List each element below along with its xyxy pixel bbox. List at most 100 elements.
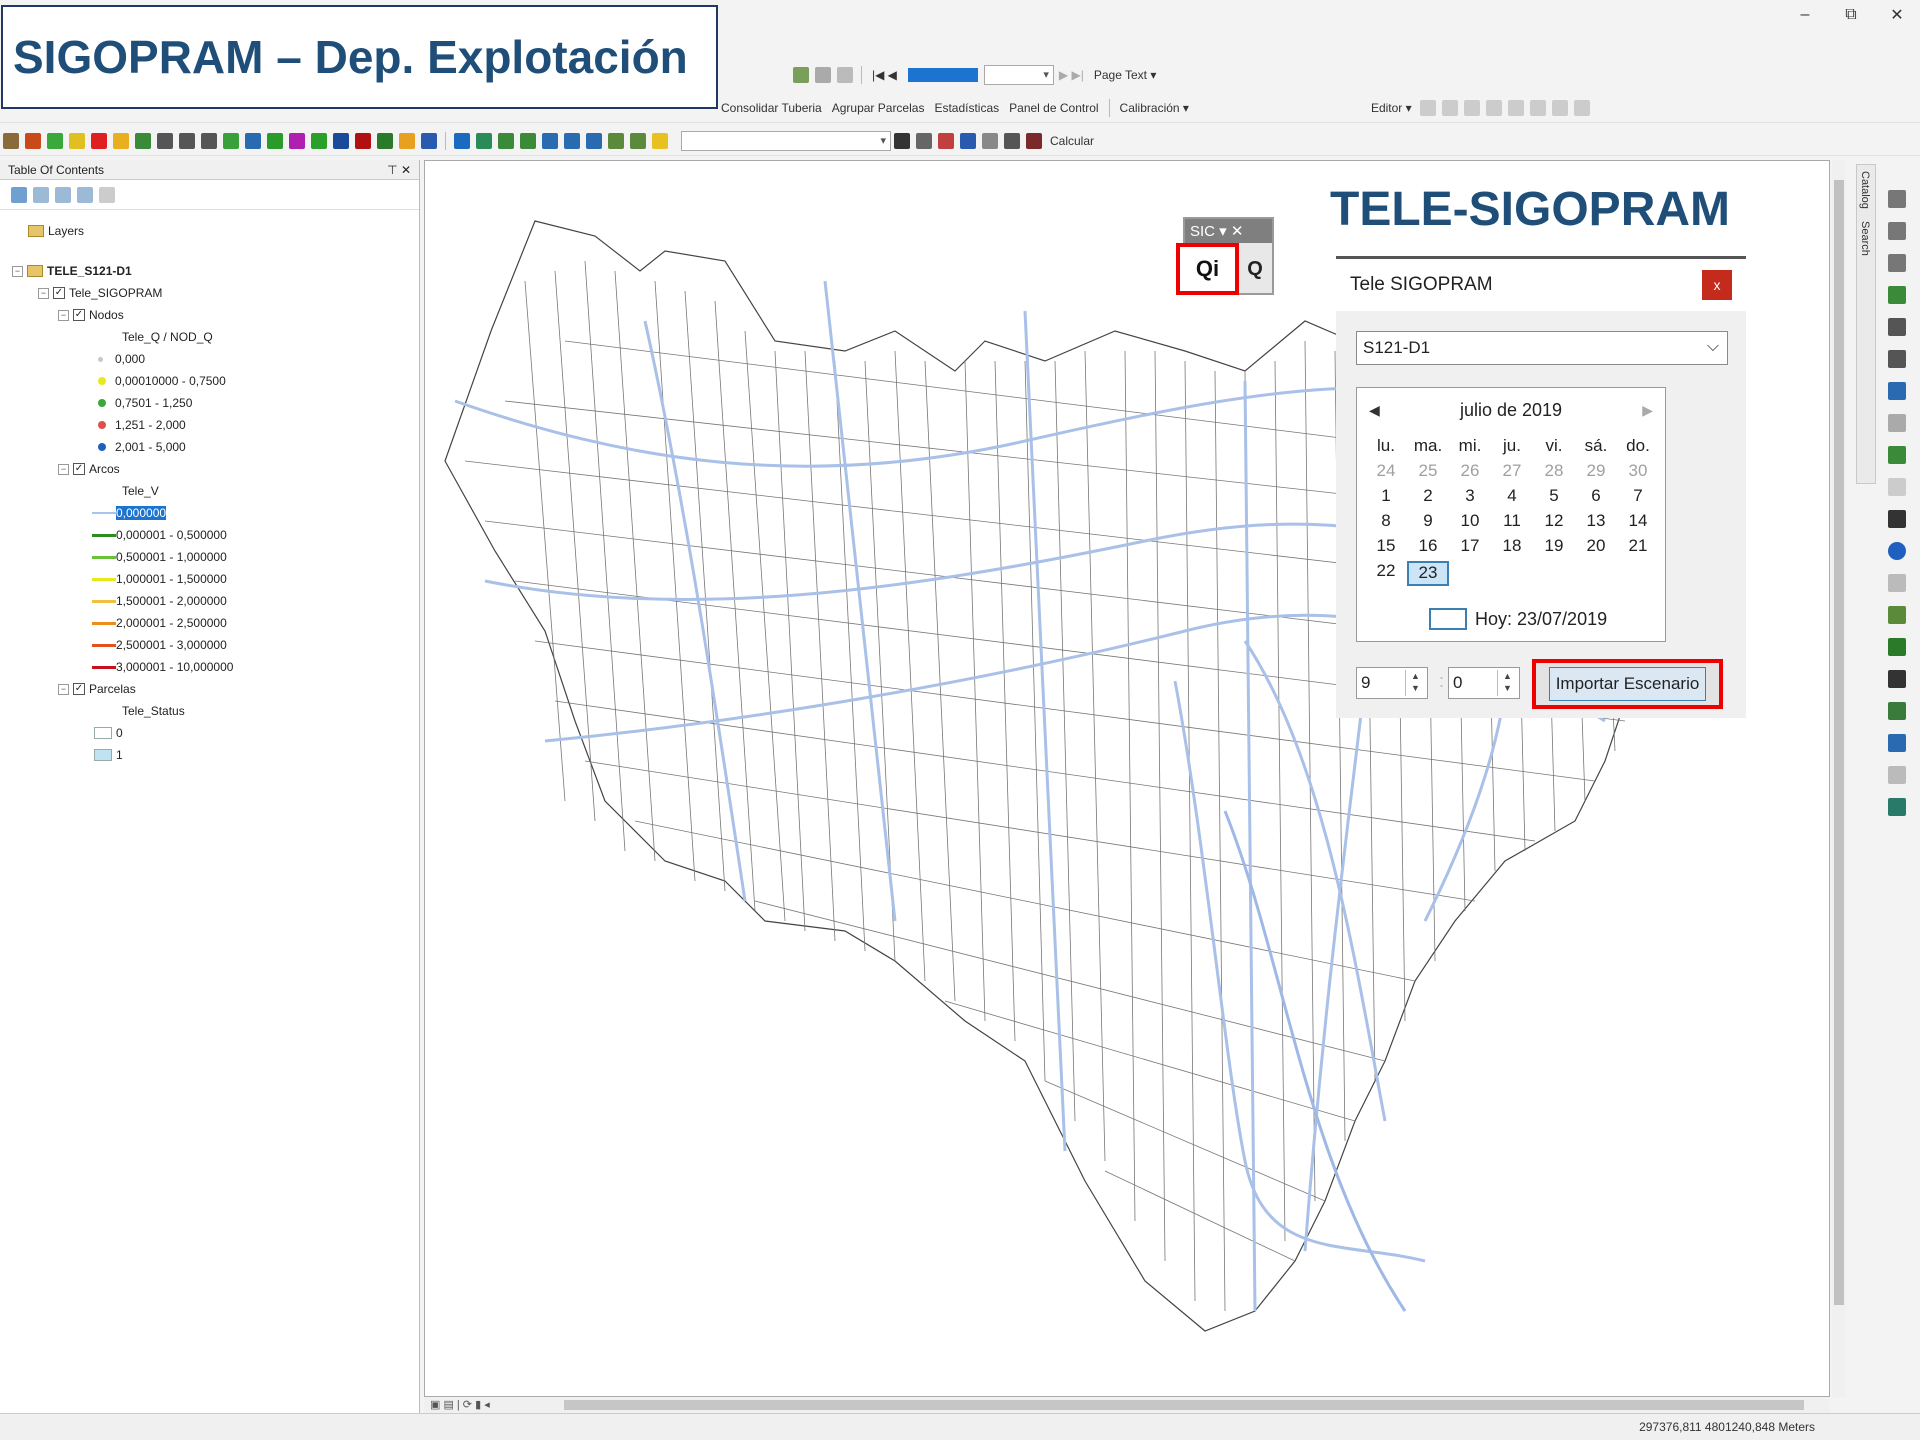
q-flow-icon[interactable]: Q [1240, 251, 1270, 287]
collapse-icon[interactable]: − [12, 265, 23, 277]
report-icon[interactable] [454, 132, 470, 149]
select-features-icon[interactable] [1888, 446, 1906, 464]
calc-icon[interactable] [399, 132, 415, 149]
calendar-day[interactable]: 17 [1449, 536, 1491, 561]
list-by-visibility-icon[interactable] [55, 186, 71, 203]
calendar-day[interactable]: 5 [1533, 486, 1575, 511]
table5-icon[interactable] [311, 132, 327, 149]
graph-icon[interactable] [476, 132, 492, 149]
next-page-icon[interactable]: ▶ ▶| [1054, 68, 1089, 82]
select-elements-icon[interactable] [1888, 510, 1906, 528]
scroll-thumb[interactable] [1834, 180, 1844, 1305]
view-icon[interactable] [630, 132, 646, 149]
legend-item[interactable]: 0,000000 [92, 506, 167, 520]
list-by-selection-icon[interactable] [77, 186, 93, 203]
calendar-day[interactable]: 12 [1533, 511, 1575, 536]
sketch-icon[interactable] [1441, 99, 1458, 116]
import-scenario-button[interactable]: Importar Escenario [1532, 659, 1723, 709]
column3-icon[interactable] [201, 132, 217, 149]
back-icon[interactable] [1888, 382, 1906, 400]
layout-icon[interactable] [793, 67, 809, 83]
vertical-scrollbar[interactable] [1832, 160, 1846, 1397]
editor-menu[interactable]: Editor ▾ [1366, 101, 1417, 115]
calendar-day[interactable]: 9 [1407, 511, 1449, 536]
delete-icon[interactable] [91, 132, 107, 149]
calendar[interactable]: ◀ julio de 2019 ▶ lu. ma. mi. ju. vi. sá. do. 2… [1356, 387, 1666, 642]
flow-icon[interactable] [542, 132, 558, 149]
calendar-day[interactable]: 15 [1365, 536, 1407, 561]
valve-icon[interactable] [135, 132, 151, 149]
visibility-checkbox[interactable]: ✓ [53, 287, 65, 299]
layer-parcelas[interactable]: − ✓ Parcelas [58, 682, 136, 696]
node-icon[interactable] [25, 132, 41, 149]
toolbar-item[interactable]: Agrupar Parcelas [827, 101, 930, 115]
route-icon[interactable] [1888, 702, 1906, 720]
rotate-icon[interactable] [1529, 99, 1546, 116]
column2-icon[interactable] [179, 132, 195, 149]
page-combo[interactable] [983, 65, 1054, 85]
pipe-icon[interactable] [113, 132, 129, 149]
table-icon[interactable] [223, 132, 239, 149]
minute-spinner[interactable]: 0 ▲ ▼ [1448, 667, 1520, 699]
split-icon[interactable] [1507, 99, 1524, 116]
export-icon[interactable] [586, 132, 602, 149]
calendar-day[interactable]: 14 [1617, 511, 1659, 536]
first-page-icon[interactable]: |◀ ◀ [867, 68, 902, 82]
table4-icon[interactable] [289, 132, 305, 149]
dialog-close-button[interactable]: x [1702, 270, 1732, 300]
layer-nodos[interactable]: − ✓ Nodos [58, 308, 124, 322]
print-icon[interactable] [1004, 132, 1020, 149]
horizontal-scrollbar[interactable]: ▣ ▤ | ⟳ ▮ ◂ [424, 1397, 1830, 1413]
pump-icon[interactable] [498, 132, 514, 149]
calendar-day[interactable]: 16 [1407, 536, 1449, 561]
fixed-zoom-in-icon[interactable] [1888, 318, 1906, 336]
next-month-icon[interactable]: ▶ [1642, 402, 1653, 419]
toolbar-item[interactable]: Calibración ▾ [1115, 101, 1194, 115]
collapse-icon[interactable]: − [58, 463, 69, 475]
viewer-icon[interactable] [1888, 798, 1906, 816]
full-extent-icon[interactable] [1888, 286, 1906, 304]
calendar-day[interactable]: 19 [1533, 536, 1575, 561]
options-icon[interactable] [99, 186, 115, 203]
calendar-day[interactable]: 10 [1449, 511, 1491, 536]
calendar-day[interactable]: 11 [1491, 511, 1533, 536]
collapse-icon[interactable]: − [58, 683, 69, 695]
calendar-day[interactable]: 26 [1449, 461, 1491, 486]
calendar-day[interactable]: 21 [1617, 536, 1659, 561]
sig-toolbar-title[interactable]: SIC ▾ ✕ [1190, 222, 1243, 240]
pan-icon[interactable] [1888, 254, 1906, 272]
sublayer-tele-sigopram[interactable]: − ✓ Tele_SIGOPRAM [38, 286, 162, 300]
calendar-day[interactable]: 28 [1533, 461, 1575, 486]
clear-selection-icon[interactable] [1888, 478, 1906, 496]
straight-segment-icon[interactable] [1463, 99, 1480, 116]
calendar-day[interactable]: 3 [1449, 486, 1491, 511]
comment-icon[interactable] [421, 132, 437, 149]
page-icon[interactable] [837, 67, 853, 83]
network-icon[interactable] [3, 132, 19, 149]
route-icon[interactable] [938, 132, 954, 149]
table7-icon[interactable] [355, 132, 371, 149]
zoom-in-icon[interactable] [1888, 190, 1906, 208]
table2-icon[interactable] [245, 132, 261, 149]
calendar-day[interactable]: 30 [1617, 461, 1659, 486]
find-icon[interactable] [1888, 670, 1906, 688]
list-by-source-icon[interactable] [33, 186, 49, 203]
visibility-checkbox[interactable]: ✓ [73, 309, 85, 321]
list-by-drawing-order-icon[interactable] [11, 186, 27, 203]
calendar-day[interactable]: 7 [1617, 486, 1659, 511]
edit-tool-icon[interactable] [1419, 99, 1436, 116]
toc-pin-close[interactable]: ⊤ ✕ [387, 163, 411, 177]
view-switch-icon[interactable]: ▣ ▤ | ⟳ ▮ ◂ [430, 1398, 490, 1411]
calendar-day[interactable]: 4 [1491, 486, 1533, 511]
tool-combo[interactable] [681, 130, 891, 151]
group-layer[interactable]: − TELE_S121-D1 [12, 264, 132, 278]
calendar-day[interactable]: 1 [1365, 486, 1407, 511]
calendar-day[interactable]: 13 [1575, 511, 1617, 536]
zoom-icon[interactable] [815, 67, 831, 83]
layer-arcos[interactable]: − ✓ Arcos [58, 462, 120, 476]
visibility-checkbox[interactable]: ✓ [73, 463, 85, 475]
collapse-icon[interactable]: − [38, 287, 49, 299]
visibility-checkbox[interactable]: ✓ [73, 683, 85, 695]
measure-icon[interactable] [894, 132, 910, 149]
zoom-out-icon[interactable] [1888, 222, 1906, 240]
